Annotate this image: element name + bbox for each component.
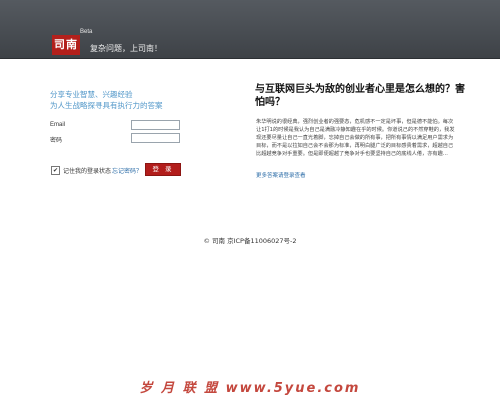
main-content: 分享专业智慧、兴趣经验 为人生战略探寻具有执行力的答案 Email 密码 ✔ 记… (0, 59, 500, 400)
intro-text: 分享专业智慧、兴趣经验 为人生战略探寻具有执行力的答案 (50, 89, 230, 111)
beta-badge: Beta (80, 29, 93, 35)
site-slogan: 复杂问题，上司南！ (90, 44, 162, 53)
more-answers-link[interactable]: 更多答案请登录查看 (256, 171, 306, 179)
forgot-password-link[interactable]: 忘记密码？ (112, 166, 142, 175)
intro-line-2: 为人生战略探寻具有执行力的答案 (50, 101, 163, 110)
login-button[interactable]: 登 录 (145, 163, 181, 176)
watermark-text: 岁 月 联 盟 www.5yue.com (139, 381, 361, 396)
email-label: Email (50, 122, 66, 128)
intro-line-1: 分享专业智慧、兴趣经验 (50, 90, 133, 99)
article-title[interactable]: 与互联网巨头为敌的创业者心里是怎么想的？害怕吗？ (255, 83, 465, 109)
password-label: 密码 (50, 138, 63, 144)
footer-copyright: © 司南 京ICP备11006027号-2 (203, 237, 297, 245)
remember-checkbox[interactable]: ✔ (51, 166, 60, 175)
top-header: 司南 Beta 复杂问题，上司南！ (0, 0, 500, 59)
email-field[interactable] (131, 120, 180, 130)
remember-label: 记住我的登录状态 (63, 168, 112, 175)
article-body: 朱华明说的很经典，强烈创业者的强要态，危机感不一定是坏事，但是德不能怕。每次让1… (256, 119, 455, 157)
password-field[interactable] (131, 133, 180, 143)
site-logo[interactable]: 司南 (52, 35, 80, 55)
